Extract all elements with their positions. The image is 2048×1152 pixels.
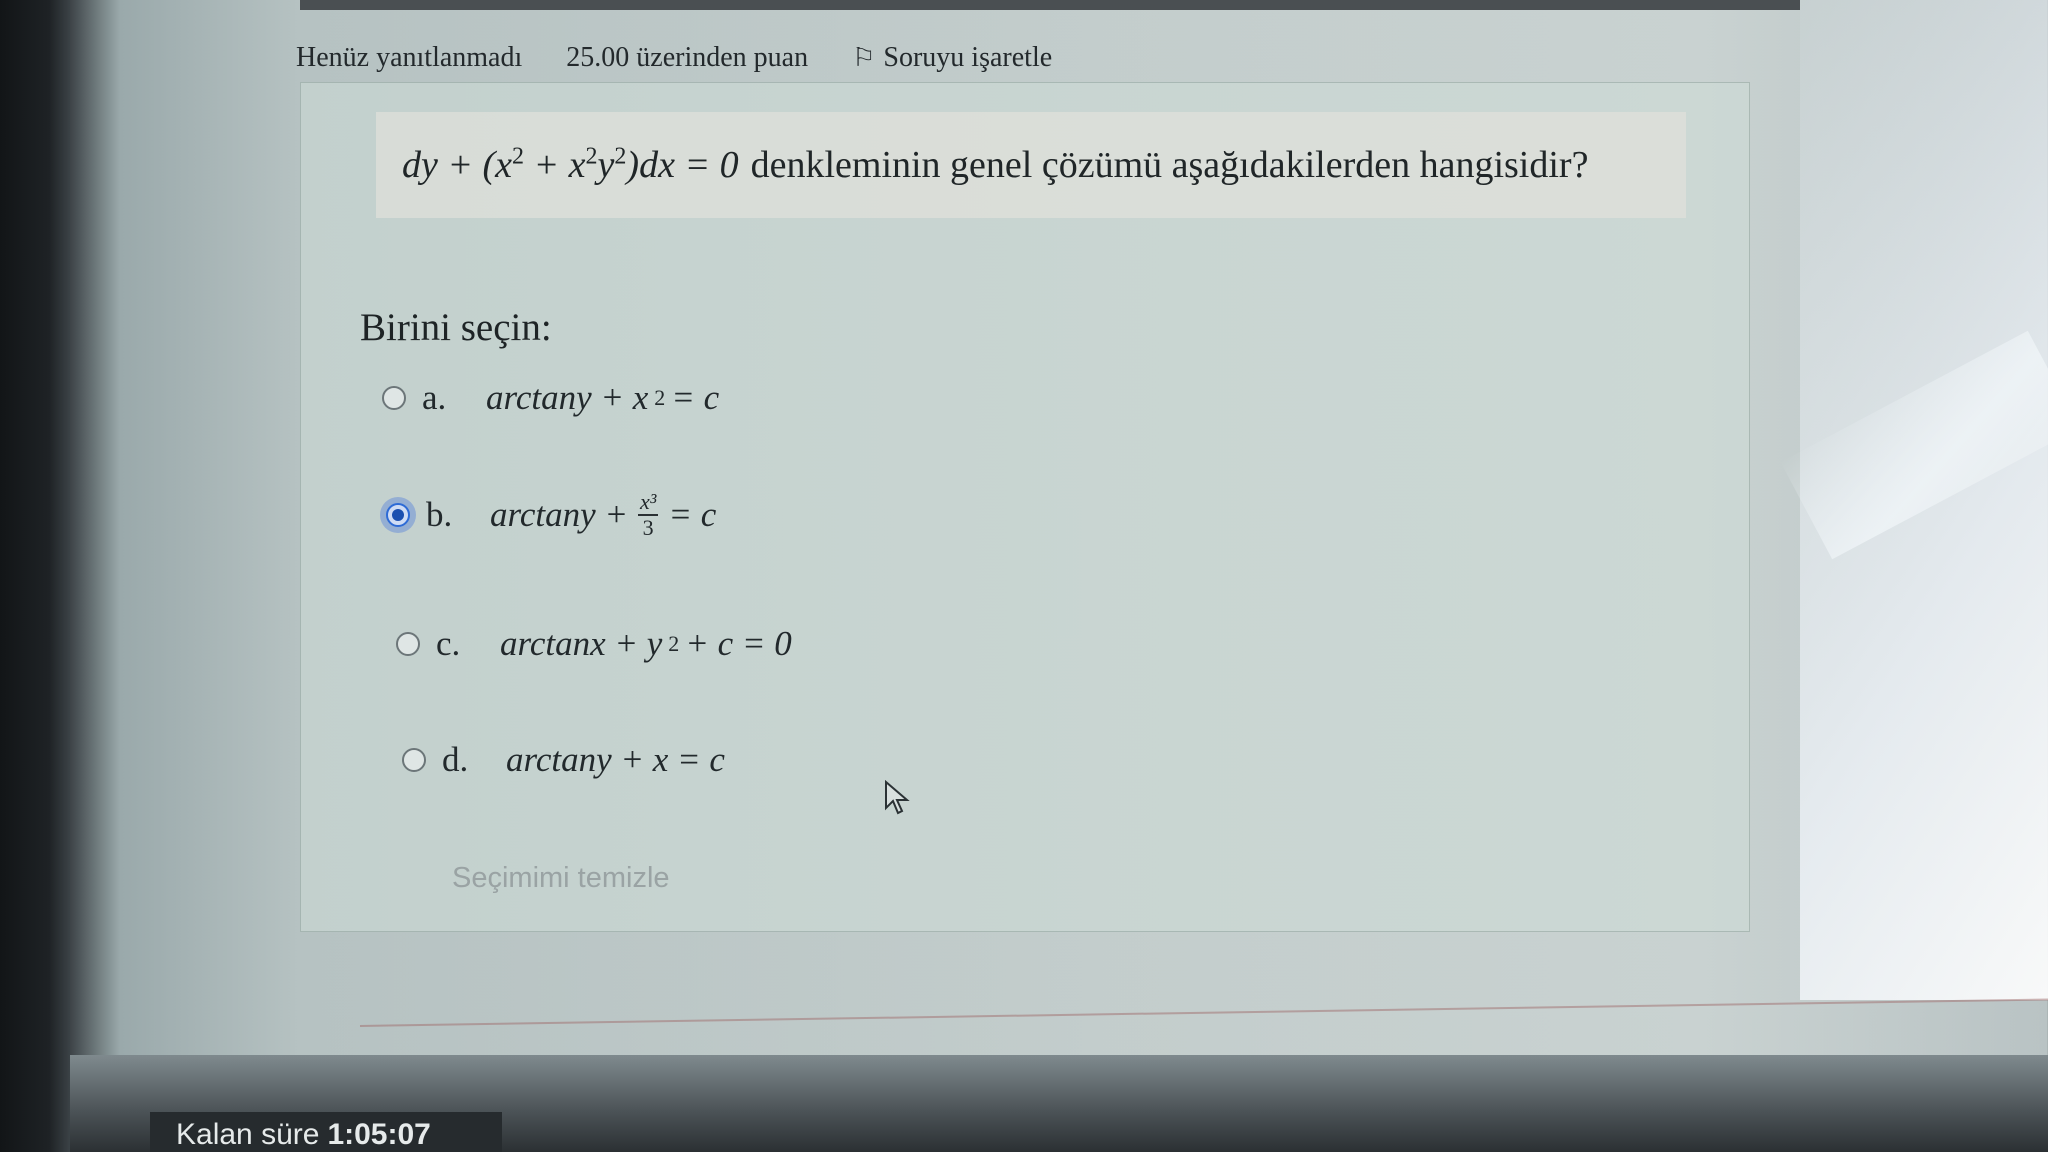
fraction: x³ 3 — [637, 489, 659, 541]
section-divider — [359, 998, 2048, 1027]
flag-icon: ⚐ — [852, 43, 876, 72]
fraction-denominator: 3 — [642, 515, 654, 541]
formula-part: arctany + x — [486, 378, 649, 417]
option-b[interactable]: b. arctany + x³ 3 = c — [386, 489, 717, 541]
option-formula: arctany + x2 = c — [486, 378, 719, 418]
equation-exponent: 2 — [512, 143, 525, 170]
option-letter: a. — [422, 378, 447, 417]
equation-part: + x — [524, 144, 586, 186]
flag-question-label: Soruyu işaretle — [883, 42, 1053, 73]
remaining-time-box: Kalan süre 1:05:07 — [150, 1112, 502, 1152]
question-points: 25.00 üzerinden puan — [566, 42, 809, 73]
question-body: denkleminin genel çözümü aşağıdakilerden… — [750, 144, 1589, 186]
radio-option-b-selected[interactable] — [386, 503, 410, 528]
fraction-numerator: x³ — [637, 489, 659, 517]
clear-choice-link[interactable]: Seçimimi temizle — [452, 862, 670, 895]
option-c[interactable]: c. arctanx + y2 + c = 0 — [396, 624, 792, 664]
question-info-bar: Henüz yanıtlanmadı 25.00 üzerinden puan … — [296, 36, 1052, 80]
timer-label: Kalan süre — [176, 1118, 320, 1151]
option-letter: b. — [426, 495, 453, 535]
radio-option-c[interactable] — [396, 632, 420, 656]
screen-bezel-left — [0, 0, 70, 1152]
equation-exponent: 2 — [614, 143, 627, 170]
equation-exponent: 2 — [585, 143, 598, 170]
option-formula: arctany + x³ 3 = c — [490, 489, 717, 541]
question-equation: dy + (x2 + x2y2)dx = 0 — [402, 143, 739, 187]
option-formula: arctany + x = c — [506, 740, 725, 780]
equation-part: dy + (x — [402, 144, 513, 186]
equation-part: )dx = 0 — [626, 144, 739, 186]
formula-part: arctany + — [490, 495, 628, 535]
formula-part: arctanx + y — [500, 624, 663, 663]
option-d[interactable]: d. arctany + x = c — [402, 740, 725, 780]
formula-part: + c = 0 — [685, 624, 792, 663]
formula-part: = c — [668, 495, 717, 535]
question-status: Henüz yanıtlanmadı — [296, 42, 523, 73]
equation-part: y — [597, 144, 615, 186]
option-a[interactable]: a. arctany + x2 = c — [382, 378, 719, 418]
option-formula: arctanx + y2 + c = 0 — [500, 624, 792, 664]
mouse-cursor-icon — [885, 780, 910, 815]
radio-option-a[interactable] — [382, 386, 406, 410]
flag-question-link[interactable]: ⚐ Soruyu işaretle — [852, 42, 1052, 74]
question-text: dy + (x2 + x2y2)dx = 0 denkleminin genel… — [376, 112, 1686, 218]
timer-value: 1:05:07 — [327, 1118, 431, 1151]
option-letter: d. — [442, 740, 469, 779]
answer-prompt: Birini seçin: — [360, 306, 552, 349]
formula-exponent: 2 — [654, 385, 666, 410]
radio-option-d[interactable] — [402, 748, 426, 772]
header-strip — [300, 0, 1800, 10]
formula-part: = c — [671, 378, 720, 417]
formula-part: arctany + x = c — [506, 740, 725, 779]
formula-exponent: 2 — [668, 631, 680, 656]
option-letter: c. — [436, 624, 461, 663]
